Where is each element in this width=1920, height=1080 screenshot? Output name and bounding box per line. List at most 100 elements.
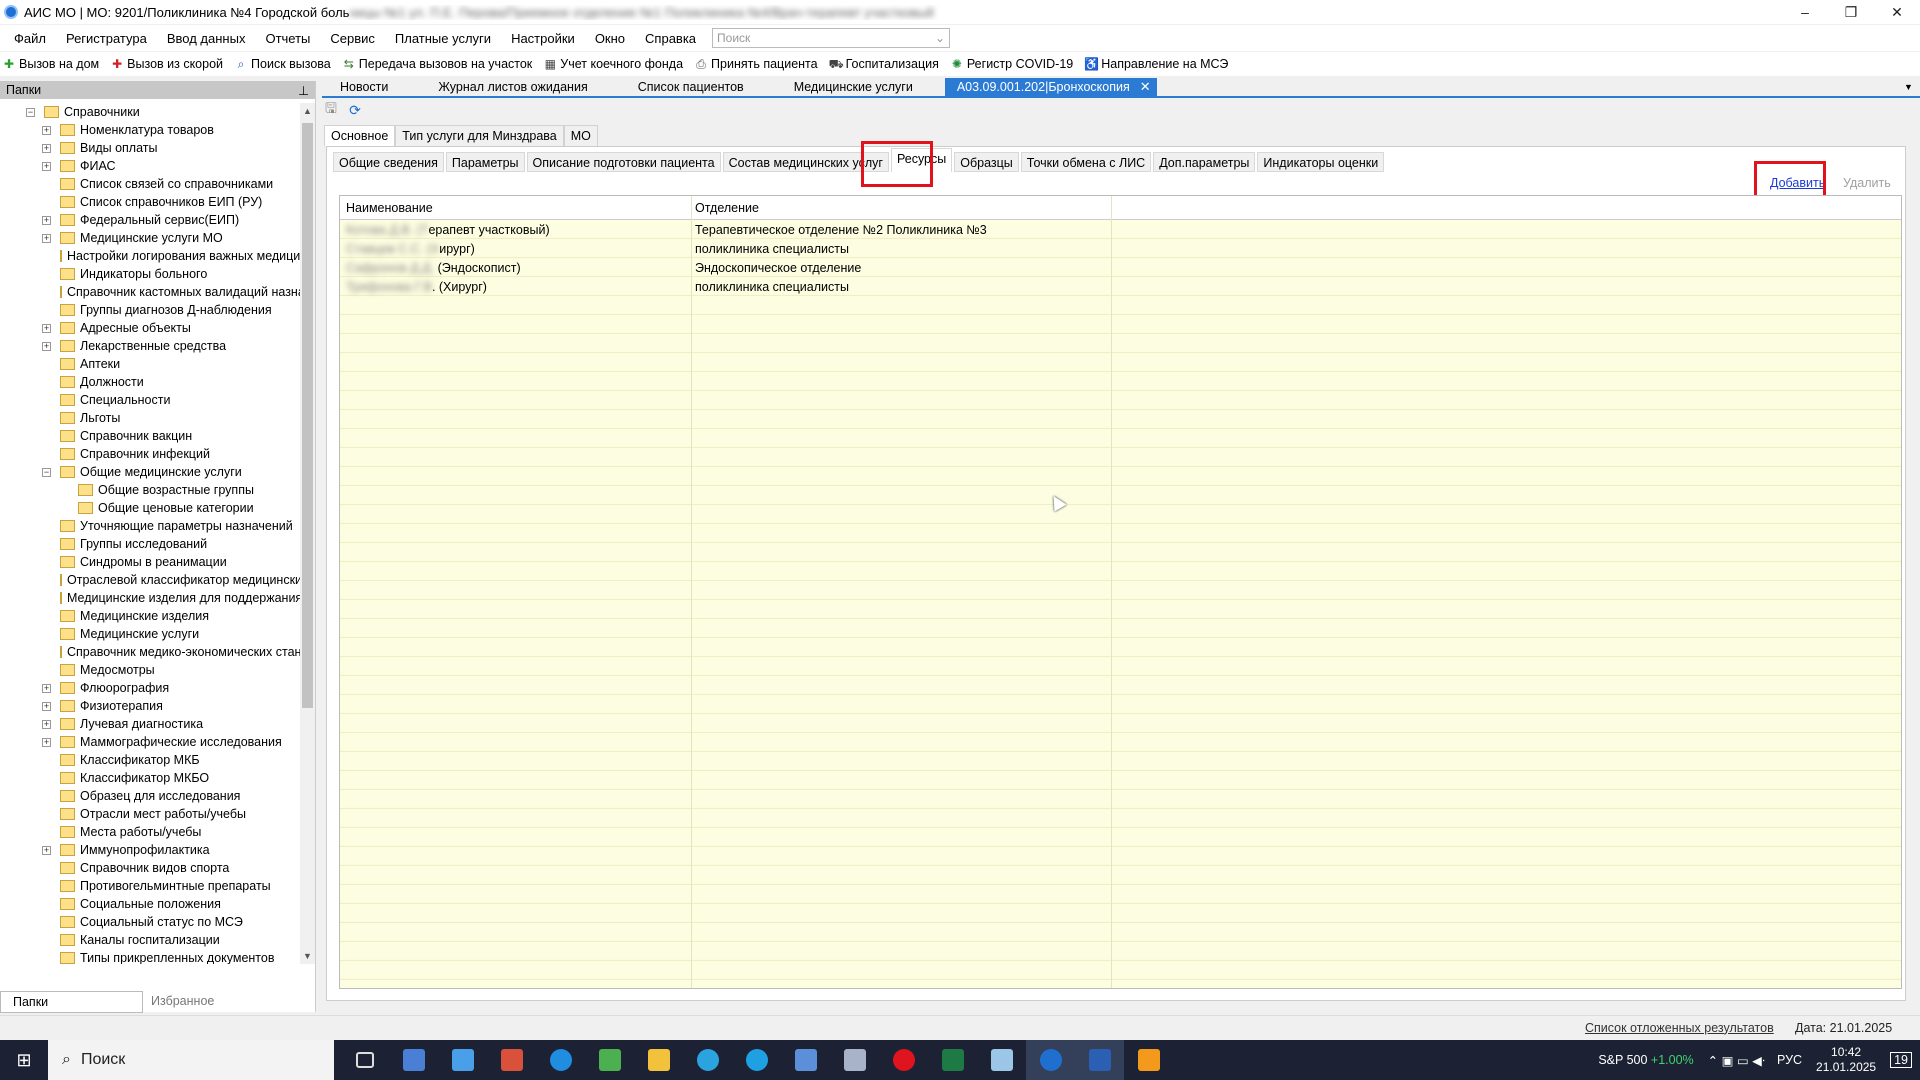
toolbar-button[interactable]: ♿ Направление на МСЭ	[1082, 57, 1228, 71]
tree-item[interactable]: Медицинские изделия	[0, 607, 300, 625]
tree-item[interactable]: + Лучевая диагностика	[0, 715, 300, 733]
expand-icon[interactable]: +	[42, 215, 51, 225]
menu-item[interactable]: Окно	[585, 31, 635, 46]
pin-icon[interactable]: ⊥	[298, 83, 309, 98]
tree-item[interactable]: Классификатор МКБО	[0, 769, 300, 787]
task-view-icon[interactable]	[340, 1040, 389, 1080]
calculator-icon[interactable]	[438, 1040, 487, 1080]
collapse-icon[interactable]: −	[26, 107, 35, 117]
tree-item[interactable]: Медосмотры	[0, 661, 300, 679]
sub-tab[interactable]: Описание подготовки пациента	[526, 152, 721, 172]
document-tab[interactable]: Журнал листов ожидания	[420, 78, 601, 97]
tree-item[interactable]: Каналы госпитализации	[0, 931, 300, 949]
tree-item[interactable]: Медицинские услуги	[0, 625, 300, 643]
sub-tab[interactable]: Точки обмена с ЛИС	[1020, 152, 1152, 172]
tree-item[interactable]: Общие возрастные группы	[0, 481, 300, 499]
tree-item[interactable]: Общие ценовые категории	[0, 499, 300, 517]
word-icon[interactable]	[1075, 1040, 1124, 1080]
toolbar-button[interactable]: ✺ Регистр COVID-19	[948, 57, 1073, 71]
main-tab[interactable]: Тип услуги для Минздрава	[395, 125, 564, 146]
toolbar-button[interactable]: ⛟ Госпитализация	[827, 57, 939, 71]
expand-icon[interactable]: +	[42, 323, 51, 333]
chevron-down-icon[interactable]: ⌄	[935, 31, 945, 45]
toolbar-button[interactable]: ⇆ Передача вызовов на участок	[340, 57, 533, 71]
menu-item[interactable]: Файл	[4, 31, 56, 46]
maximize-button[interactable]: ❐	[1828, 0, 1874, 24]
expand-icon[interactable]: +	[42, 143, 51, 153]
toolbar-button[interactable]: ▦ Учет коечного фонда	[541, 57, 683, 71]
scroll-thumb[interactable]	[302, 123, 313, 708]
sub-tab[interactable]: Параметры	[445, 152, 525, 172]
toolbar-button[interactable]: ✚ Вызов на дом	[0, 57, 99, 71]
close-tab-icon[interactable]: ✕	[1140, 79, 1151, 95]
document-tab[interactable]: Медицинские услуги	[776, 78, 927, 97]
ais-app-icon[interactable]	[1026, 1040, 1075, 1080]
menu-item[interactable]: Регистратура	[56, 31, 157, 46]
sub-tab[interactable]: Доп.параметры	[1153, 152, 1256, 172]
stock-widget[interactable]: S&P 500 +1.00%	[1598, 1053, 1693, 1067]
tree-item[interactable]: Справочник кастомных валидаций назнач	[0, 283, 300, 301]
tree-item[interactable]: Справочник видов спорта	[0, 859, 300, 877]
collapse-icon[interactable]: −	[42, 467, 51, 477]
menu-item[interactable]: Отчеты	[255, 31, 320, 46]
tree-item[interactable]: Справочник медико-экономических станд	[0, 643, 300, 661]
column-header-department[interactable]: Отделение	[689, 201, 759, 215]
document-tab[interactable]: А03.09.001.202|Бронхоскопия ✕	[944, 77, 1157, 97]
expand-icon[interactable]: +	[42, 341, 51, 351]
app-icon[interactable]	[830, 1040, 879, 1080]
tree-item[interactable]: Должности	[0, 373, 300, 391]
tree-vertical-scrollbar[interactable]: ▲ ▼	[300, 103, 315, 964]
tree-item[interactable]: Типы прикрепленных документов	[0, 949, 300, 964]
minimize-button[interactable]: –	[1782, 0, 1828, 24]
telegram-icon[interactable]	[683, 1040, 732, 1080]
expand-icon[interactable]: +	[42, 719, 51, 729]
tree-item[interactable]: Список справочников ЕИП (РУ)	[0, 193, 300, 211]
expand-icon[interactable]: +	[42, 701, 51, 711]
tree-item[interactable]: + Лекарственные средства	[0, 337, 300, 355]
scroll-down-icon[interactable]: ▼	[300, 948, 315, 964]
tree-item[interactable]: Классификатор МКБ	[0, 751, 300, 769]
taskbar-search[interactable]: ⌕ Поиск	[48, 1040, 334, 1080]
tree-item[interactable]: Отрасли мест работы/учебы	[0, 805, 300, 823]
tree-item[interactable]: − Справочники	[0, 103, 300, 121]
tree-item[interactable]: Места работы/учебы	[0, 823, 300, 841]
menu-item[interactable]: Сервис	[320, 31, 385, 46]
tree-item[interactable]: Уточняющие параметры назначений	[0, 517, 300, 535]
menu-item[interactable]: Платные услуги	[385, 31, 501, 46]
language-indicator[interactable]: РУС	[1777, 1053, 1802, 1067]
tree-item[interactable]: + Номенклатура товаров	[0, 121, 300, 139]
file-explorer-icon[interactable]	[634, 1040, 683, 1080]
notification-icon[interactable]: 19	[1890, 1052, 1912, 1068]
tree-item[interactable]: Отраслевой классификатор медицинских у	[0, 571, 300, 589]
close-button[interactable]: ✕	[1874, 0, 1920, 24]
tree-item[interactable]: + Медицинские услуги МО	[0, 229, 300, 247]
tree-item[interactable]: Группы исследований	[0, 535, 300, 553]
expand-icon[interactable]: +	[42, 161, 51, 171]
tree-item[interactable]: Льготы	[0, 409, 300, 427]
column-header-name[interactable]: Наименование	[340, 201, 433, 215]
tree-item[interactable]: Справочник вакцин	[0, 427, 300, 445]
tab-favorites[interactable]: Избранное	[143, 991, 222, 1013]
tree-item[interactable]: Синдромы в реанимации	[0, 553, 300, 571]
clock[interactable]: 10:42 21.01.2025	[1816, 1045, 1876, 1075]
app-icon[interactable]	[487, 1040, 536, 1080]
document-tab[interactable]: Новости	[322, 78, 402, 97]
tree-item[interactable]: Образец для исследования	[0, 787, 300, 805]
app-icon[interactable]	[977, 1040, 1026, 1080]
tree-item[interactable]: Противогельминтные препараты	[0, 877, 300, 895]
toolbar-button[interactable]: ✚ Вызов из скорой	[108, 57, 223, 71]
table-row[interactable]: Трифонова Г.В. (Хирург) поликлиника специ…	[340, 277, 1901, 296]
tabs-overflow-icon[interactable]: ▼	[1904, 82, 1913, 92]
expand-icon[interactable]: +	[42, 233, 51, 243]
opera-icon[interactable]	[879, 1040, 928, 1080]
tree-item[interactable]: + Физиотерапия	[0, 697, 300, 715]
app-icon[interactable]	[781, 1040, 830, 1080]
deferred-results-link[interactable]: Список отложенных результатов	[1585, 1021, 1774, 1035]
tree-item[interactable]: Аптеки	[0, 355, 300, 373]
document-tab[interactable]: Список пациентов	[620, 78, 758, 97]
tree-item[interactable]: Настройки логирования важных медицинс	[0, 247, 300, 265]
skype-icon[interactable]	[732, 1040, 781, 1080]
menu-item[interactable]: Настройки	[501, 31, 585, 46]
tree-item[interactable]: Список связей со справочниками	[0, 175, 300, 193]
tree-item[interactable]: Социальные положения	[0, 895, 300, 913]
